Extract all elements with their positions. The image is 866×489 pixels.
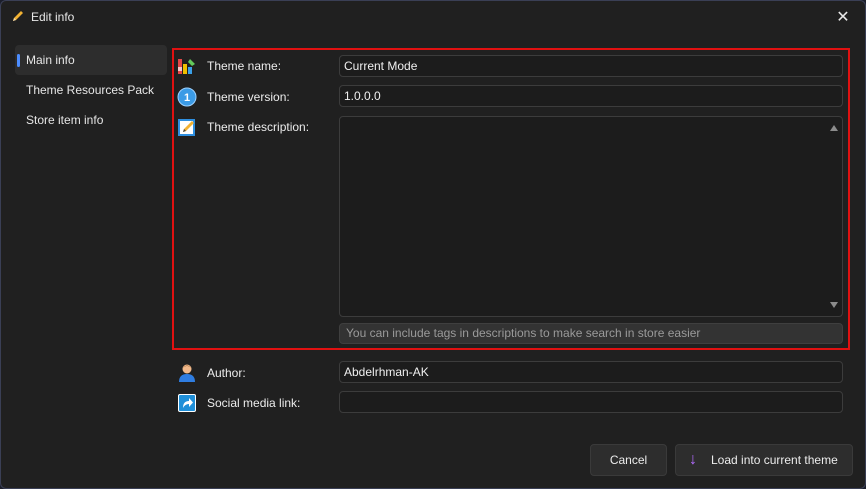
share-link-icon bbox=[178, 394, 196, 412]
theme-name-input[interactable]: Current Mode bbox=[339, 55, 843, 77]
edit-info-dialog: Edit info ✕ Main info Theme Resources Pa… bbox=[0, 0, 866, 489]
version-badge-text: 1 bbox=[184, 92, 190, 104]
sidebar-item-label: Theme Resources Pack bbox=[26, 83, 155, 97]
load-button-label: Load into current theme bbox=[711, 453, 838, 467]
sidebar-item-main-info[interactable]: Main info bbox=[15, 45, 167, 75]
title-bar[interactable]: Edit info ✕ bbox=[1, 1, 865, 33]
palette-icon bbox=[178, 59, 195, 74]
cancel-button-label: Cancel bbox=[609, 453, 648, 467]
theme-name-label: Theme name: bbox=[207, 59, 282, 73]
description-hint: You can include tags in descriptions to … bbox=[339, 323, 843, 344]
theme-version-input[interactable]: 1.0.0.0 bbox=[339, 85, 843, 107]
user-icon bbox=[179, 364, 195, 382]
theme-description-textarea[interactable] bbox=[339, 116, 843, 317]
pencil-icon bbox=[13, 11, 23, 21]
close-button[interactable]: ✕ bbox=[821, 1, 865, 33]
version-badge-icon: 1 bbox=[177, 87, 197, 107]
theme-version-label: Theme version: bbox=[207, 90, 290, 104]
sidebar: Main info Theme Resources Pack Store ite… bbox=[15, 45, 167, 135]
sidebar-item-theme-resources-pack[interactable]: Theme Resources Pack bbox=[15, 75, 167, 105]
scroll-up-icon[interactable] bbox=[830, 125, 838, 131]
window-title: Edit info bbox=[31, 10, 75, 24]
social-link-input[interactable] bbox=[339, 391, 843, 413]
social-link-label: Social media link: bbox=[207, 396, 301, 410]
sidebar-item-label: Store item info bbox=[26, 113, 104, 127]
close-icon: ✕ bbox=[836, 9, 850, 26]
author-input[interactable]: Abdelrhman-AK bbox=[339, 361, 843, 383]
notepad-pencil-icon bbox=[178, 119, 195, 136]
sidebar-item-label: Main info bbox=[26, 53, 75, 67]
load-into-current-theme-button[interactable]: ↓ Load into current theme bbox=[675, 444, 853, 476]
scroll-down-icon[interactable] bbox=[830, 302, 838, 308]
cancel-button[interactable]: Cancel bbox=[590, 444, 667, 476]
theme-description-label: Theme description: bbox=[207, 120, 310, 134]
author-label: Author: bbox=[207, 366, 246, 380]
sidebar-item-store-item-info[interactable]: Store item info bbox=[15, 105, 167, 135]
down-arrow-icon: ↓ bbox=[689, 451, 697, 468]
